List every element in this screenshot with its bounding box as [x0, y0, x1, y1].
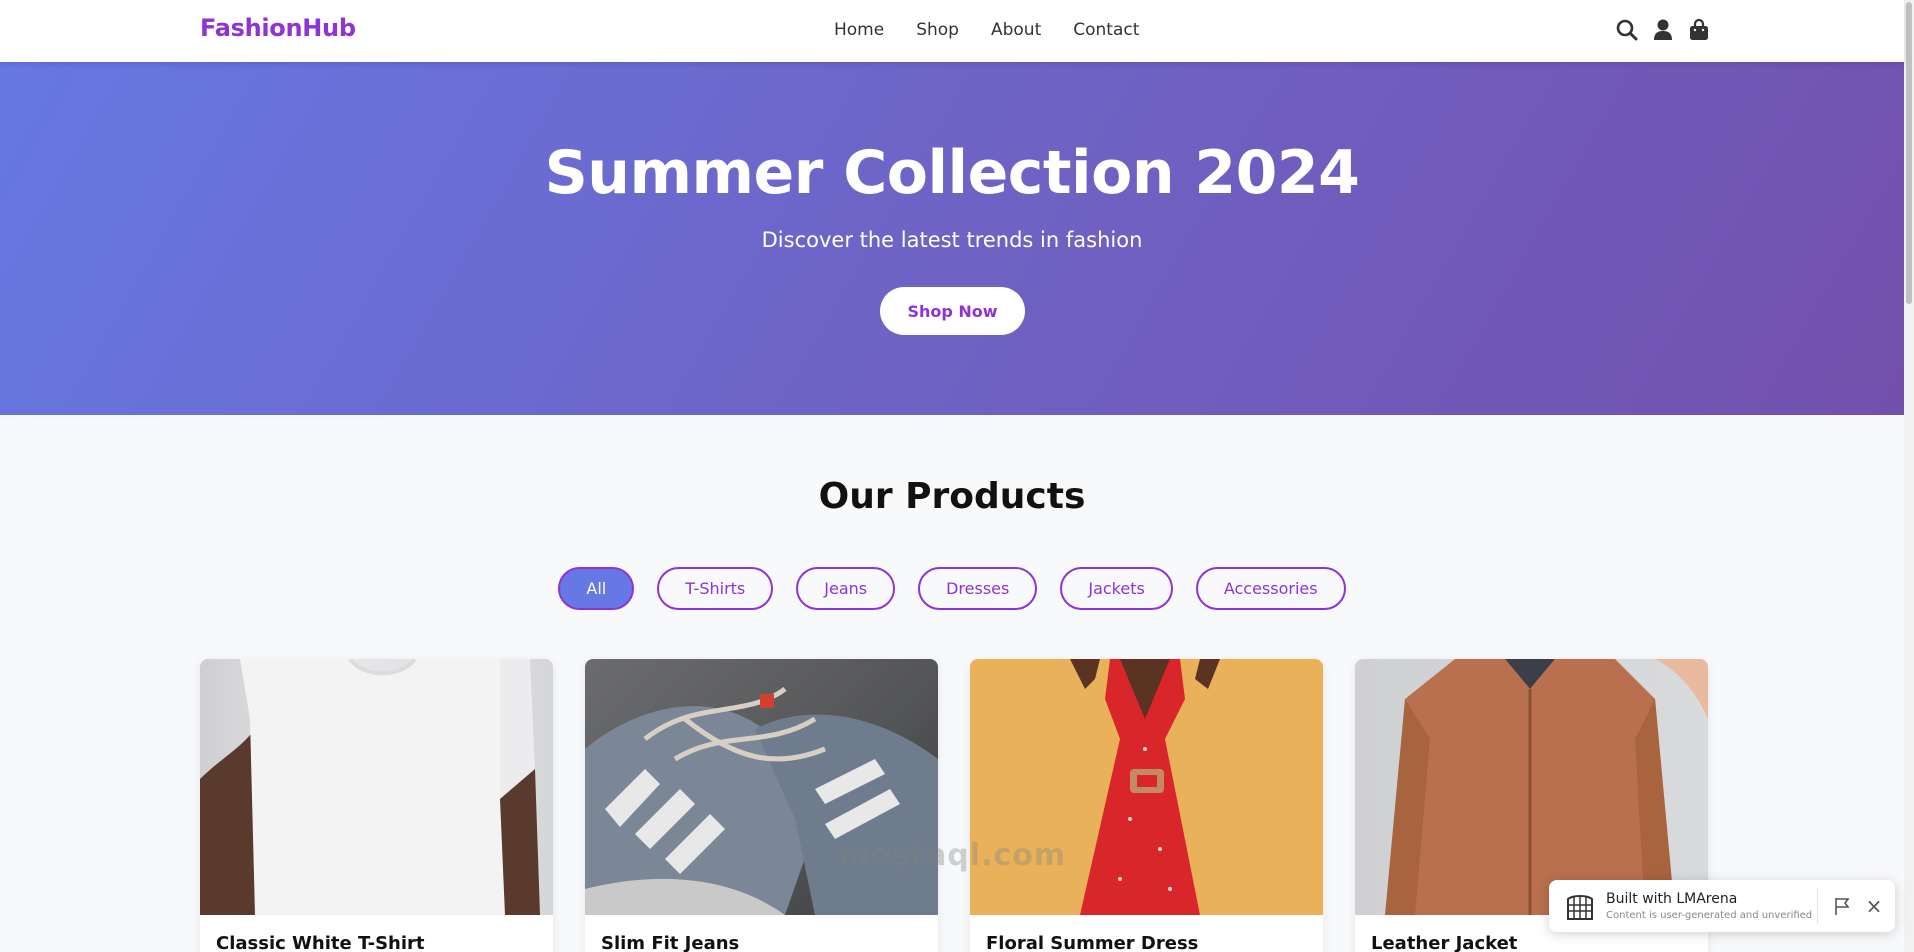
- user-icon[interactable]: [1652, 18, 1674, 42]
- badge-subtitle: Content is user-generated and unverified: [1606, 910, 1813, 921]
- badge-divider: [1817, 888, 1818, 924]
- nav-about[interactable]: About: [991, 20, 1041, 40]
- filter-jackets[interactable]: Jackets: [1060, 567, 1173, 610]
- close-icon[interactable]: ×: [1865, 896, 1883, 916]
- filter-dresses[interactable]: Dresses: [918, 567, 1038, 610]
- product-name[interactable]: Classic White T-Shirt: [216, 933, 425, 952]
- header-icons: [1616, 18, 1710, 42]
- watermark: mostaql.com: [838, 838, 1067, 873]
- filter-t-shirts[interactable]: T-Shirts: [657, 567, 774, 610]
- product-card[interactable]: Slim Fit Jeans: [585, 659, 938, 952]
- grid-logo-icon: [1565, 893, 1595, 921]
- filter-all[interactable]: All: [558, 567, 635, 610]
- product-image-tshirt[interactable]: [200, 659, 553, 915]
- hero-subtitle: Discover the latest trends in fashion: [761, 228, 1143, 252]
- page-scrollbar[interactable]: [1904, 0, 1914, 952]
- product-image-jeans[interactable]: [585, 659, 938, 915]
- hero-title: Summer Collection 2024: [544, 138, 1360, 208]
- filter-accessories[interactable]: Accessories: [1195, 567, 1346, 610]
- badge-title: Built with LMArena: [1606, 891, 1738, 907]
- product-grid: Classic White T-Shirt Slim Fit Jeans Flo…: [200, 659, 1708, 952]
- nav-shop[interactable]: Shop: [916, 20, 959, 40]
- nav-contact[interactable]: Contact: [1073, 20, 1139, 40]
- logo[interactable]: FashionHub: [200, 14, 356, 42]
- flag-icon[interactable]: [1833, 896, 1851, 916]
- filter-jeans[interactable]: Jeans: [796, 567, 896, 610]
- product-name[interactable]: Floral Summer Dress: [986, 933, 1198, 952]
- product-name[interactable]: Slim Fit Jeans: [601, 933, 739, 952]
- main-nav: Home Shop About Contact: [834, 20, 1139, 40]
- products-heading: Our Products: [818, 476, 1086, 517]
- product-card[interactable]: Classic White T-Shirt: [200, 659, 553, 952]
- search-icon[interactable]: [1616, 18, 1638, 42]
- hero-banner: Summer Collection 2024 Discover the late…: [0, 62, 1904, 415]
- site-header: FashionHub Home Shop About Contact: [0, 0, 1904, 62]
- category-filters: All T-Shirts Jeans Dresses Jackets Acces…: [0, 567, 1904, 610]
- shopping-bag-icon[interactable]: [1688, 18, 1710, 42]
- product-card[interactable]: Floral Summer Dress: [970, 659, 1323, 952]
- product-name[interactable]: Leather Jacket: [1371, 933, 1517, 952]
- lmarena-badge[interactable]: Built with LMArena Content is user-gener…: [1549, 880, 1895, 932]
- nav-home[interactable]: Home: [834, 20, 884, 40]
- product-image-dress[interactable]: [970, 659, 1323, 915]
- product-image-jacket[interactable]: [1355, 659, 1708, 915]
- scrollbar-thumb[interactable]: [1906, 2, 1912, 304]
- shop-now-button[interactable]: Shop Now: [880, 287, 1025, 335]
